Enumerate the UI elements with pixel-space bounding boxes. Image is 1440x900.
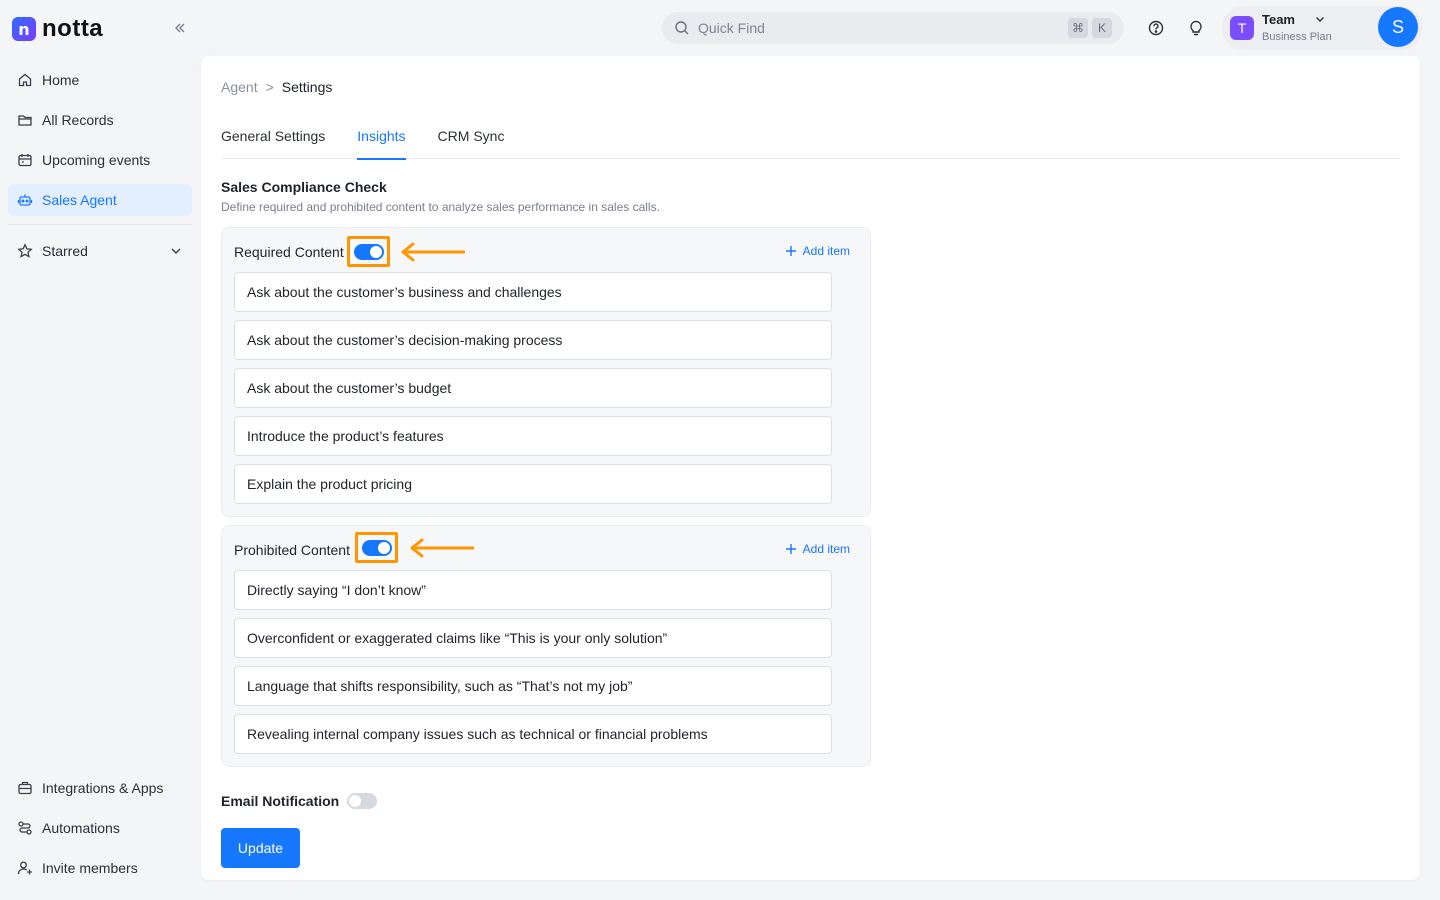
required-content-label: Required Content <box>234 244 344 260</box>
folder-icon <box>18 115 32 126</box>
sidebar-item-label: Home <box>42 72 80 88</box>
tab-crm-sync[interactable]: CRM Sync <box>438 116 505 159</box>
sidebar-item-label: Sales Agent <box>42 192 117 208</box>
plus-icon <box>785 246 796 256</box>
search-icon <box>675 21 689 35</box>
logo[interactable]: n notta <box>12 15 103 43</box>
breadcrumb-separator: > <box>265 79 274 95</box>
highlight-box <box>347 236 390 267</box>
sidebar-item-label: Upcoming events <box>42 152 151 168</box>
help-icon[interactable] <box>1146 18 1166 38</box>
prohibited-content-label: Prohibited Content <box>234 542 350 558</box>
sidebar-item-sales-agent[interactable]: Sales Agent <box>8 184 192 216</box>
required-item[interactable]: Ask about the customer’s budget <box>234 368 832 408</box>
email-notification-toggle[interactable] <box>347 793 378 809</box>
prohibited-item[interactable]: Directly saying “I don’t know” <box>234 570 832 610</box>
required-item[interactable]: Ask about the customer’s business and ch… <box>234 272 832 312</box>
toggle-knob <box>369 245 382 258</box>
toggle-knob <box>377 541 390 554</box>
home-icon <box>18 73 32 87</box>
sidebar-item-starred[interactable]: Starred <box>8 235 192 267</box>
sidebar-divider <box>8 224 192 225</box>
required-item[interactable]: Explain the product pricing <box>234 464 832 504</box>
sidebar-item-invite-members[interactable]: Invite members <box>8 852 192 884</box>
sidebar-item-all-records[interactable]: All Records <box>8 104 192 136</box>
logo-mark: n <box>12 17 36 41</box>
robot-icon <box>17 194 33 206</box>
star-icon <box>17 243 33 258</box>
team-name: Team <box>1262 12 1295 27</box>
prohibited-item[interactable]: Revealing internal company issues such a… <box>234 714 832 754</box>
sidebar-item-upcoming-events[interactable]: Upcoming events <box>8 144 192 176</box>
briefcase-icon <box>18 781 32 795</box>
main-panel: Agent > Settings General Settings Insigh… <box>201 56 1420 880</box>
section-title: Sales Compliance Check <box>221 179 387 195</box>
add-item-label: Add item <box>802 244 850 258</box>
breadcrumb: Agent > Settings <box>221 79 332 95</box>
sidebar-item-label: Starred <box>42 243 88 259</box>
shortcut-key-cmd: ⌘ <box>1068 18 1088 38</box>
section-description: Define required and prohibited content t… <box>221 200 660 214</box>
collapse-sidebar-icon[interactable] <box>170 18 190 38</box>
prohibited-content-panel: Prohibited Content Add item Directly say… <box>221 525 871 767</box>
tab-general-settings[interactable]: General Settings <box>221 116 325 159</box>
quick-find-search[interactable]: ⌘ K <box>662 12 1124 44</box>
avatar[interactable]: S <box>1378 7 1418 47</box>
update-button[interactable]: Update <box>221 828 300 868</box>
breadcrumb-settings: Settings <box>281 79 333 95</box>
sidebar-item-label: Integrations & Apps <box>42 780 164 796</box>
prohibited-item[interactable]: Overconfident or exaggerated claims like… <box>234 618 832 658</box>
breadcrumb-agent[interactable]: Agent <box>221 79 258 95</box>
logo-text: notta <box>42 15 104 42</box>
required-content-toggle[interactable] <box>353 243 384 260</box>
prohibited-item[interactable]: Language that shifts responsibility, suc… <box>234 666 832 706</box>
prohibited-content-header: Prohibited Content Add item <box>222 526 870 570</box>
highlight-box <box>355 532 398 563</box>
email-notification-label: Email Notification <box>221 793 340 809</box>
sidebar-item-label: Invite members <box>42 860 138 876</box>
chevron-down-icon[interactable] <box>168 243 184 259</box>
sidebar-nav: Home All Records Upcoming events Sales A… <box>8 64 192 275</box>
required-add-item-button[interactable]: Add item <box>785 244 850 258</box>
calendar-icon <box>18 154 32 167</box>
sidebar-item-label: Automations <box>42 820 120 836</box>
search-input[interactable] <box>698 20 1058 36</box>
shortcut-key-k: K <box>1092 18 1112 38</box>
plus-icon <box>785 544 796 554</box>
annotation-arrow <box>410 538 474 558</box>
required-content-panel: Required Content Add item Ask about the … <box>221 227 871 517</box>
prohibited-add-item-button[interactable]: Add item <box>785 542 850 556</box>
annotation-arrow <box>401 242 465 262</box>
settings-tabs: General Settings Insights CRM Sync <box>221 116 1400 160</box>
chevron-down-icon <box>1316 17 1324 22</box>
team-badge: T <box>1230 16 1254 40</box>
lightbulb-icon[interactable] <box>1186 18 1206 38</box>
add-user-icon <box>17 861 32 875</box>
sidebar-item-automations[interactable]: Automations <box>8 812 192 844</box>
add-item-label: Add item <box>802 542 850 556</box>
email-notification-row: Email Notification <box>221 793 378 809</box>
sidebar-item-label: All Records <box>42 112 114 128</box>
tab-insights[interactable]: Insights <box>357 116 406 160</box>
required-item[interactable]: Ask about the customer’s decision-making… <box>234 320 832 360</box>
automation-icon <box>18 821 32 835</box>
sidebar-bottom-nav: Integrations & Apps Automations Invite m… <box>8 772 192 892</box>
required-content-header: Required Content Add item <box>222 228 870 272</box>
sidebar: n notta Home All Records Upcoming events… <box>0 0 200 900</box>
prohibited-content-toggle[interactable] <box>361 539 392 556</box>
toggle-knob <box>349 795 362 807</box>
team-switcher[interactable]: T Team Business Plan S <box>1222 6 1422 50</box>
required-item[interactable]: Introduce the product’s features <box>234 416 832 456</box>
team-plan: Business Plan <box>1262 31 1332 43</box>
sidebar-item-home[interactable]: Home <box>8 64 192 96</box>
sidebar-item-integrations[interactable]: Integrations & Apps <box>8 772 192 804</box>
